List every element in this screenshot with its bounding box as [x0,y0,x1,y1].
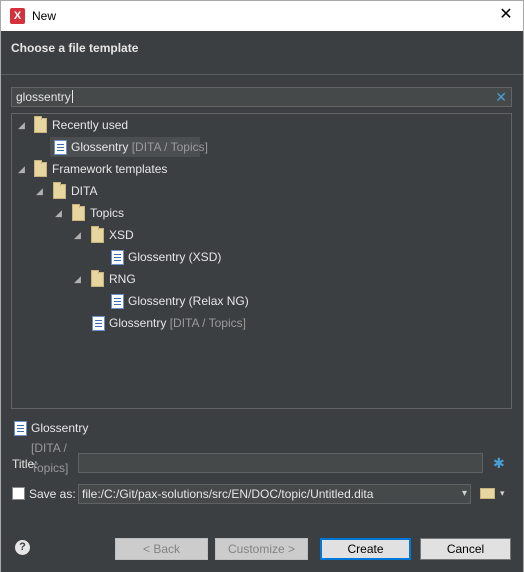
template-name: Glossentry [71,140,129,154]
customize-button[interactable]: Customize > [215,538,308,560]
tree-item-label: Glossentry [DITA / Topics] [109,313,246,333]
folder-icon [91,270,104,287]
title-field[interactable] [78,453,483,473]
create-button[interactable]: Create [320,538,411,560]
browse-folder-icon[interactable] [480,488,495,499]
tree-node-dita[interactable]: ◢ DITA [12,181,511,201]
tree-node-label: XSD [109,228,134,242]
dita-file-icon [54,140,67,155]
back-button[interactable]: < Back [115,538,208,560]
save-as-label: Save as: [29,487,76,501]
gear-icon[interactable]: ✱ [493,455,505,471]
close-icon[interactable]: ✕ [497,5,515,25]
tree-node-topics[interactable]: ◢ Topics [12,203,511,223]
window-border-left [0,31,1,572]
tree-item-topics-glossentry[interactable]: Glossentry [DITA / Topics] [12,313,511,333]
tree-node-framework-templates[interactable]: ◢ Framework templates [12,159,511,179]
expanded-icon[interactable]: ◢ [74,269,84,289]
folder-icon [72,204,85,221]
template-tree[interactable]: ◢ Recently used Glossentry [DITA / Topic… [11,113,512,409]
tree-item-label: Glossentry [DITA / Topics] [71,137,208,157]
tree-item-glossentry-rng[interactable]: Glossentry (Relax NG) [12,291,511,311]
save-as-checkbox[interactable] [12,487,25,500]
search-input[interactable]: glossentry ✕ [11,87,512,107]
template-name: Glossentry [109,316,167,330]
folder-icon [34,116,47,133]
expanded-icon[interactable]: ◢ [36,181,46,201]
tree-node-xsd[interactable]: ◢ XSD [12,225,511,245]
title-label: Title: [12,457,38,471]
expanded-icon[interactable]: ◢ [74,225,84,245]
chevron-down-icon[interactable]: ▾ [462,485,467,503]
window-title: New [32,9,57,23]
tree-node-label: Topics [90,206,125,220]
help-icon[interactable]: ? [15,540,30,555]
dita-file-icon [14,421,27,436]
save-as-path-combo[interactable]: file:/C:/Git/pax-solutions/src/EN/DOC/to… [78,484,471,504]
dita-file-icon [111,294,124,309]
template-path: [DITA / Topics] [169,316,246,330]
dita-file-icon [92,316,105,331]
template-name: Glossentry [31,421,89,435]
search-text: glossentry [16,90,71,104]
template-path: [DITA / Topics] [131,140,208,154]
text-caret [71,90,73,103]
expanded-icon[interactable]: ◢ [18,159,28,179]
tree-node-label: RNG [109,272,136,286]
tree-node-label: Recently used [52,118,129,132]
dita-file-icon [111,250,124,265]
tree-node-rng[interactable]: ◢ RNG [12,269,511,289]
cancel-button[interactable]: Cancel [420,538,511,560]
dialog-header: Choose a file template [1,31,523,75]
folder-icon [53,182,66,199]
expanded-icon[interactable]: ◢ [18,115,28,135]
page-title: Choose a file template [11,41,139,55]
folder-icon [34,160,47,177]
tree-item-label: Glossentry (Relax NG) [128,294,249,308]
tree-item-recent-glossentry[interactable]: Glossentry [DITA / Topics] [12,137,511,157]
tree-node-label: Framework templates [52,162,168,176]
tree-item-label: Glossentry (XSD) [128,250,222,264]
app-icon: X [10,8,25,24]
chevron-down-icon[interactable]: ▾ [500,486,505,500]
expanded-icon[interactable]: ◢ [55,203,65,223]
tree-item-glossentry-xsd[interactable]: Glossentry (XSD) [12,247,511,267]
clear-icon[interactable]: ✕ [495,88,507,106]
search-value: glossentry [16,90,73,104]
title-bar: X New ✕ [0,0,524,31]
tree-node-recently-used[interactable]: ◢ Recently used [12,115,511,135]
tree-node-label: DITA [71,184,98,198]
save-as-path: file:/C:/Git/pax-solutions/src/EN/DOC/to… [82,487,374,501]
folder-icon [91,226,104,243]
